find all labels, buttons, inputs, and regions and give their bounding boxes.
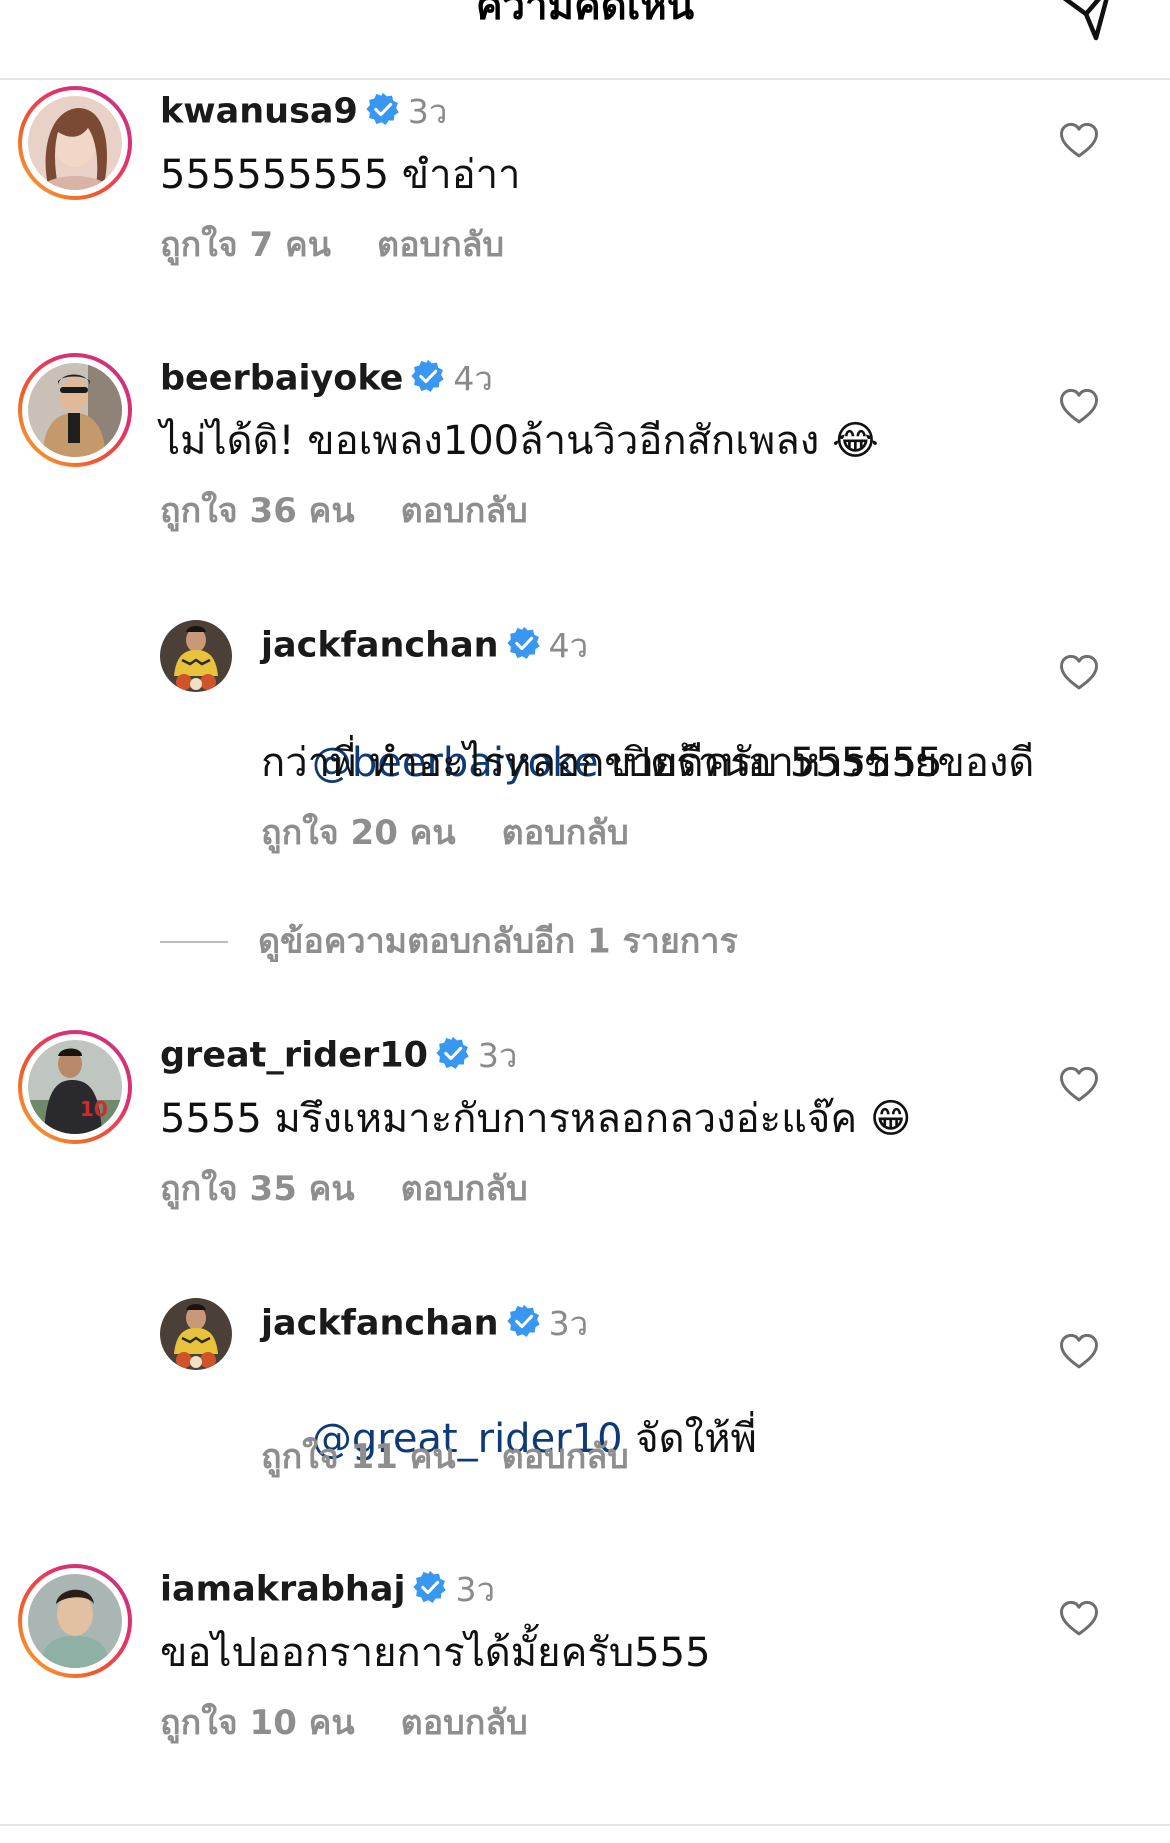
avatar-image: 10	[28, 1040, 122, 1134]
svg-text:10: 10	[80, 1097, 108, 1121]
comment-time: 3ว	[455, 1569, 495, 1609]
verified-badge-icon	[436, 1036, 470, 1070]
avatar[interactable]	[18, 86, 132, 200]
reply-button[interactable]: ตอบกลับ	[401, 1169, 528, 1209]
like-heart-icon[interactable]	[1058, 652, 1100, 694]
comment-time: 4ว	[548, 625, 589, 665]
comment-username[interactable]: jackfanchan	[261, 626, 499, 666]
view-more-replies-label: ดูข้อความตอบกลับอีก 1 รายการ	[258, 921, 738, 962]
comment-text: 555555555 ขำอ่าา	[160, 152, 521, 198]
avatar-image	[28, 363, 122, 457]
avatar[interactable]: 10	[18, 1030, 132, 1144]
likes-count[interactable]: ถูกใจ 7 คน	[160, 225, 331, 265]
verified-badge-icon	[366, 92, 400, 126]
comment-time: 4ว	[453, 358, 493, 398]
view-more-replies[interactable]: ดูข้อความตอบกลับอีก 1 รายการ	[160, 916, 738, 966]
like-heart-icon[interactable]	[1058, 1331, 1100, 1373]
comment-time: 3ว	[407, 91, 448, 131]
comment-text: 5555 มรึงเหมาะกับการหลอกลวงอ่ะแจ๊ค 😁	[160, 1096, 912, 1142]
divider-line	[160, 940, 228, 943]
bottom-divider	[0, 1824, 1170, 1843]
reply-button[interactable]: ตอบกลับ	[502, 1437, 629, 1477]
verified-badge-icon	[507, 626, 541, 660]
like-heart-icon[interactable]	[1058, 386, 1100, 428]
likes-count[interactable]: ถูกใจ 10 คน	[160, 1703, 355, 1743]
likes-count[interactable]: ถูกใจ 35 คน	[160, 1169, 355, 1209]
avatar[interactable]	[160, 620, 232, 692]
comment-username[interactable]: beerbaiyoke	[160, 359, 403, 399]
like-heart-icon[interactable]	[1058, 1064, 1100, 1106]
reply-button[interactable]: ตอบกลับ	[401, 491, 528, 531]
like-heart-icon[interactable]	[1058, 1598, 1100, 1640]
reply-button[interactable]: ตอบกลับ	[502, 813, 629, 853]
comment-text-line2: กว่าพี่ ทำอะไรหลอกขายดีครับ 555555	[261, 740, 943, 786]
avatar[interactable]	[18, 1564, 132, 1678]
comment-username[interactable]: great_rider10	[160, 1036, 428, 1076]
like-heart-icon[interactable]	[1058, 120, 1100, 162]
comment-time: 3ว	[548, 1303, 589, 1343]
comment-username[interactable]: iamakrabhaj	[160, 1570, 405, 1610]
verified-badge-icon	[413, 1570, 447, 1604]
comment-text: ไม่ได้ดิ! ขอเพลง100ล้านวิวอีกสักเพลง 😂	[160, 418, 879, 464]
reply-button[interactable]: ตอบกลับ	[377, 225, 504, 265]
verified-badge-icon	[411, 359, 445, 393]
comment-username[interactable]: jackfanchan	[261, 1304, 499, 1344]
page-title: ความคิดเห็น	[475, 0, 695, 29]
likes-count[interactable]: ถูกใจ 36 คน	[160, 491, 355, 531]
comment-username[interactable]: kwanusa9	[160, 92, 358, 132]
likes-count[interactable]: ถูกใจ 20 คน	[261, 813, 456, 853]
comment-time: 3ว	[477, 1035, 518, 1075]
comment-text-body: จัดให้พี่	[622, 1416, 757, 1462]
avatar-image	[160, 620, 232, 692]
reply-button[interactable]: ตอบกลับ	[401, 1703, 528, 1743]
likes-count[interactable]: ถูกใจ 11 คน	[261, 1437, 456, 1477]
send-icon[interactable]	[1056, 0, 1116, 44]
avatar[interactable]	[160, 1298, 232, 1370]
avatar-image	[28, 96, 122, 190]
avatar-image	[160, 1298, 232, 1370]
comment-text: ขอไปออกรายการได้มั้ยครับ555	[160, 1630, 711, 1676]
avatar[interactable]	[18, 353, 132, 467]
avatar-image	[28, 1574, 122, 1668]
verified-badge-icon	[507, 1304, 541, 1338]
comments-header: ความคิดเห็น	[0, 0, 1170, 80]
